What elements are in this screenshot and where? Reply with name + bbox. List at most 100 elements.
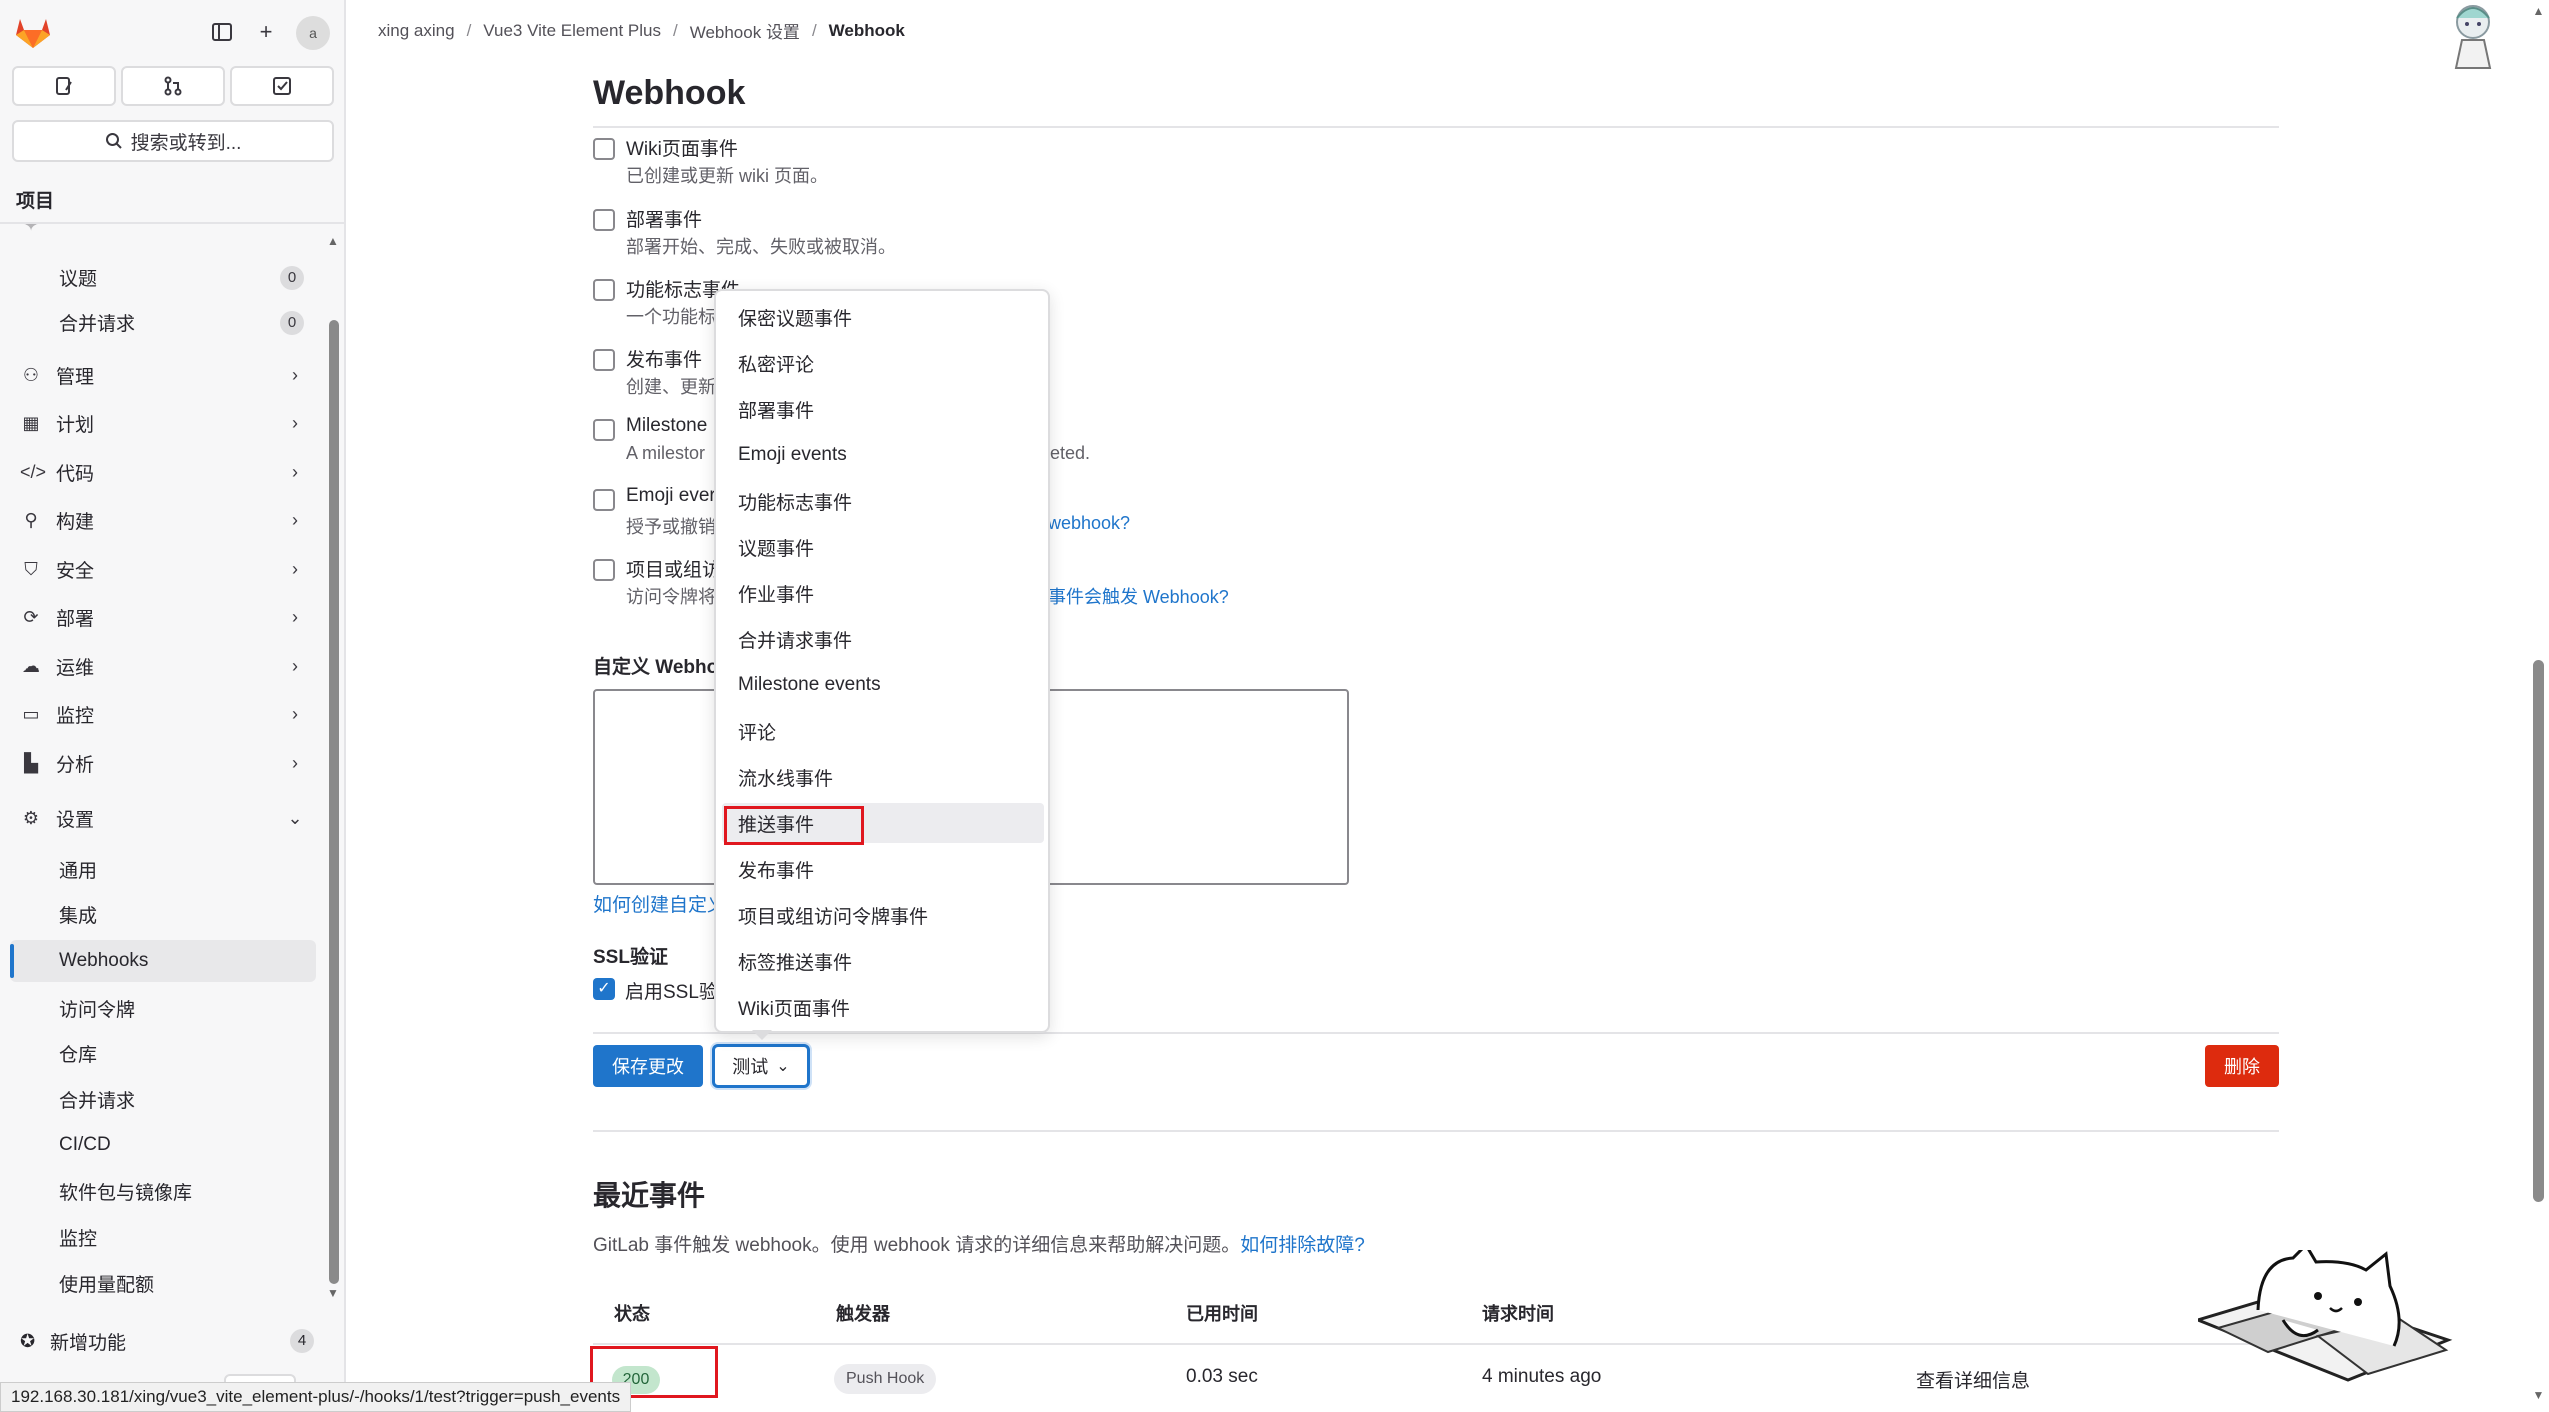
section-divider <box>593 1130 2279 1132</box>
sidebar-item-build[interactable]: ⚲ 构建 › <box>10 499 316 541</box>
chevron-right-icon: › <box>292 509 298 530</box>
sidebar-item-code[interactable]: </> 代码 › <box>10 451 316 493</box>
scroll-up-arrow-icon[interactable]: ▲ <box>2528 4 2549 18</box>
dropdown-item[interactable]: Milestone events <box>722 665 1044 705</box>
event-help-link[interactable]: webhook? <box>1048 513 1130 534</box>
dropdown-item[interactable]: Wiki页面事件 <box>722 987 1044 1027</box>
sidebar-item-access-tokens[interactable]: 访问令牌 <box>10 987 316 1029</box>
breadcrumb-item[interactable]: Webhook 设置 <box>690 18 800 43</box>
search-button[interactable]: 搜索或转到... <box>12 120 334 162</box>
whats-new-icon: ✪ <box>20 1330 36 1351</box>
gitlab-logo-icon[interactable] <box>14 14 52 50</box>
avatar[interactable]: a <box>296 16 330 50</box>
sidebar-item-label: 运维 <box>56 657 95 679</box>
sidebar-item-repository[interactable]: 仓库 <box>10 1032 316 1074</box>
dropdown-item[interactable]: 标签推送事件 <box>722 941 1044 981</box>
dropdown-item[interactable]: 评论 <box>722 711 1044 751</box>
page-title: Webhook <box>593 74 746 112</box>
dropdown-item[interactable]: 部署事件 <box>722 389 1044 429</box>
sidebar-item-manage[interactable]: ⚇ 管理 › <box>10 354 316 396</box>
dropdown-item[interactable]: 功能标志事件 <box>722 481 1044 521</box>
event-description: A milestor <box>626 443 706 463</box>
sidebar-scrollbar-thumb[interactable] <box>329 320 339 1284</box>
dropdown-item[interactable]: 发布事件 <box>722 849 1044 889</box>
breadcrumb-item[interactable]: Vue3 Vite Element Plus <box>483 21 661 41</box>
sidebar-item-packages[interactable]: 软件包与镜像库 <box>10 1170 316 1212</box>
issues-count-badge: 0 <box>280 266 304 290</box>
sidebar-item-settings[interactable]: ⚙ 设置 ⌄ <box>10 797 316 839</box>
cloud-icon: ☁ <box>22 655 40 676</box>
dropdown-item[interactable]: 保密议题事件 <box>722 297 1044 337</box>
sidebar-item-analyze[interactable]: ▙ 分析 › <box>10 742 316 784</box>
table-header-trigger: 触发器 <box>836 1304 890 1324</box>
sidebar-item-issues[interactable]: 议题 0 <box>10 256 316 298</box>
trigger-badge: Push Hook <box>834 1364 937 1394</box>
sidebar-item-integrations[interactable]: 集成 <box>10 893 316 935</box>
sidebar-scrollbar[interactable]: ▲ ▼ <box>326 234 340 1300</box>
scroll-down-arrow-icon[interactable]: ▼ <box>326 1286 340 1300</box>
elapsed-time: 0.03 sec <box>1186 1366 1258 1387</box>
view-details-link[interactable]: 查看详细信息 <box>1916 1366 2030 1393</box>
table-header-elapsed: 已用时间 <box>1186 1304 1258 1324</box>
scroll-down-arrow-icon[interactable]: ▼ <box>2528 1388 2549 1402</box>
sidebar-item-general[interactable]: 通用 <box>10 848 316 890</box>
page-scrollbar[interactable]: ▲ ▼ <box>2528 0 2549 1412</box>
sidebar-item-cicd[interactable]: CI/CD <box>10 1124 316 1166</box>
todos-shortcut-button[interactable] <box>230 66 334 106</box>
table-header-request-time: 请求时间 <box>1482 1304 1554 1324</box>
troubleshoot-link[interactable]: 如何排除故障? <box>1240 1235 1365 1256</box>
event-checkbox[interactable] <box>593 489 615 511</box>
dropdown-item[interactable]: Emoji events <box>722 435 1044 475</box>
event-checkbox[interactable] <box>593 279 615 301</box>
issues-shortcut-button[interactable] <box>12 66 116 106</box>
event-help-link[interactable]: 事件会触发 Webhook? <box>1048 583 1229 609</box>
event-description: 一个功能标 <box>626 307 716 327</box>
sidebar-item-operate[interactable]: ☁ 运维 › <box>10 645 316 687</box>
whats-new-button[interactable]: ✪ 新增功能 4 <box>10 1322 326 1360</box>
sidebar-item-deploy[interactable]: ⟳ 部署 › <box>10 596 316 638</box>
sidebar-item-monitor-settings[interactable]: 监控 <box>10 1216 316 1258</box>
breadcrumb-current: Webhook <box>828 20 905 40</box>
dropdown-item[interactable]: 议题事件 <box>722 527 1044 567</box>
merge-requests-count-badge: 0 <box>280 311 304 335</box>
dropdown-item[interactable]: 项目或组访问令牌事件 <box>722 895 1044 935</box>
dropdown-item[interactable]: 流水线事件 <box>722 757 1044 797</box>
event-checkbox[interactable] <box>593 209 615 231</box>
request-time: 4 minutes ago <box>1482 1366 1602 1387</box>
pin-icon: ✦ <box>23 224 39 235</box>
dropdown-item[interactable]: 作业事件 <box>722 573 1044 613</box>
dropdown-item[interactable]: 私密评论 <box>722 343 1044 383</box>
sidebar-item-plan[interactable]: ▦ 计划 › <box>10 402 316 444</box>
dropdown-caret <box>752 1030 772 1040</box>
sidebar-item-merge-requests[interactable]: 合并请求 0 <box>10 301 316 343</box>
chevron-right-icon: › <box>292 558 298 579</box>
custom-template-help-link[interactable]: 如何创建自定义 <box>593 890 726 917</box>
sidebar-toggle-icon[interactable] <box>208 18 236 46</box>
sidebar-item-monitor[interactable]: ▭ 监控 › <box>10 693 316 735</box>
page-scrollbar-thumb[interactable] <box>2533 660 2544 1202</box>
plus-icon[interactable]: + <box>252 18 280 46</box>
sidebar-item-secure[interactable]: ⛉ 安全 › <box>10 548 316 590</box>
scroll-up-arrow-icon[interactable]: ▲ <box>326 234 340 248</box>
dropdown-item[interactable]: 合并请求事件 <box>722 619 1044 659</box>
chevron-right-icon: › <box>292 412 298 433</box>
merge-requests-shortcut-button[interactable] <box>121 66 225 106</box>
sidebar: + a 搜索或转到... 项目 ✦ 议题 0 合并请求 0 ⚇ 管理 › ▦ 计… <box>0 0 346 1412</box>
sidebar-item-label: 通用 <box>59 860 98 882</box>
table-header-status: 状态 <box>614 1304 650 1324</box>
sidebar-item-merge-request-settings[interactable]: 合并请求 <box>10 1078 316 1120</box>
breadcrumb-item[interactable]: xing axing <box>378 21 455 41</box>
event-description: 创建、更新 <box>626 377 716 397</box>
sidebar-item-usage-quotas[interactable]: 使用量配额 <box>10 1262 316 1304</box>
event-checkbox[interactable] <box>593 419 615 441</box>
sidebar-item-webhooks[interactable]: Webhooks <box>10 940 316 982</box>
event-checkbox[interactable] <box>593 138 615 160</box>
chart-icon: ▙ <box>24 752 38 773</box>
ssl-checkbox-label: 启用SSL验 <box>625 982 718 1003</box>
test-dropdown-button[interactable]: 测试 ⌄ <box>712 1044 810 1088</box>
ssl-checkbox[interactable]: ✓ <box>593 978 615 1000</box>
save-changes-button[interactable]: 保存更改 <box>593 1045 703 1087</box>
event-checkbox[interactable] <box>593 349 615 371</box>
event-checkbox[interactable] <box>593 559 615 581</box>
delete-button[interactable]: 删除 <box>2205 1045 2279 1087</box>
